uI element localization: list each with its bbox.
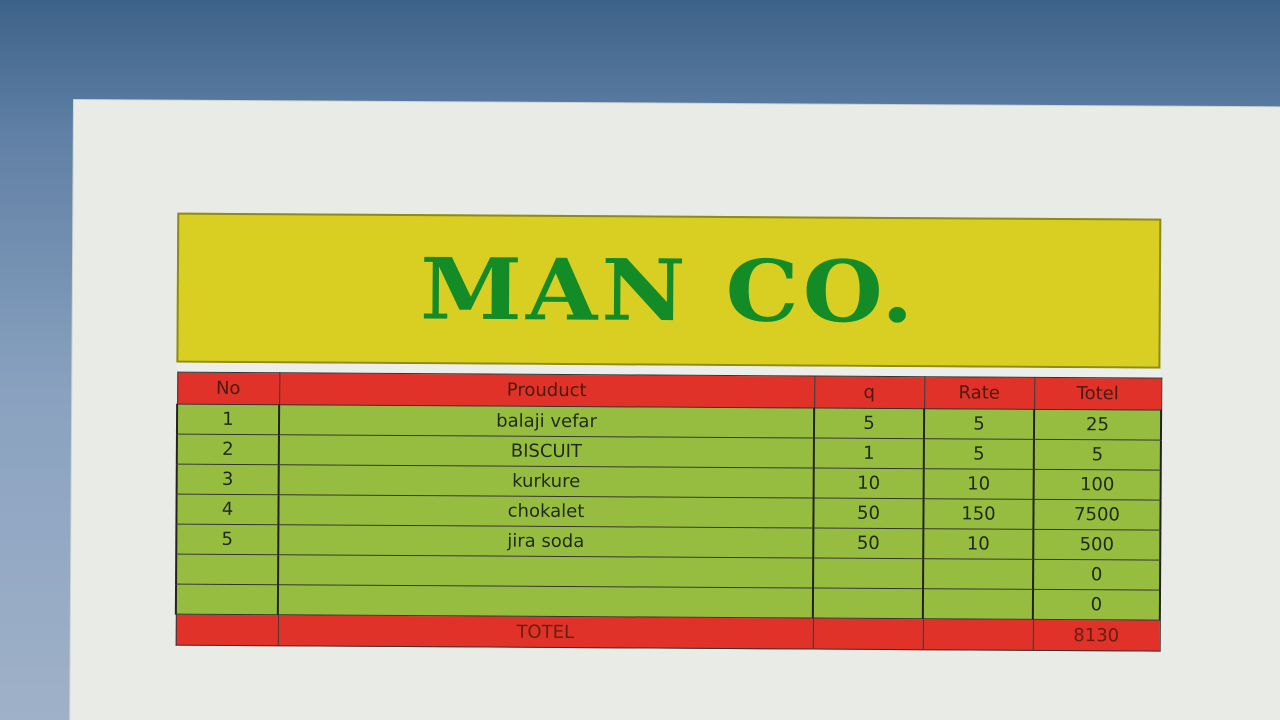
total-row: TOTEL 8130 [175,614,1160,652]
cell-total[interactable]: 0 [1032,589,1161,621]
cell-rate[interactable]: 5 [923,438,1034,470]
cell-no[interactable]: 5 [176,524,279,555]
cell-no[interactable] [176,554,279,585]
cell-q[interactable]: 1 [813,438,924,469]
grand-total[interactable]: 8130 [1032,619,1160,652]
cell-product[interactable]: kurkure [278,464,814,499]
cell-total[interactable]: 500 [1033,529,1161,561]
cell-total[interactable]: 5 [1033,439,1161,471]
cell-q[interactable]: 5 [813,408,925,439]
document-page: MAN CO. No Prouduct q Rate Totel 1 balaj… [70,100,1280,720]
cell-no[interactable]: 4 [176,494,279,525]
table-body: 1 balaji vefar 5 5 25 2 BISCUIT 1 5 5 3 … [175,404,1162,621]
cell-no[interactable]: 2 [176,434,279,465]
cell-q[interactable] [812,588,924,619]
company-title: MAN CO. [419,239,918,342]
cell-q[interactable]: 50 [813,498,924,529]
cell-product[interactable]: BISCUIT [278,434,814,469]
cell-q[interactable] [813,558,924,589]
cell-total[interactable]: 0 [1033,559,1161,591]
bill-table: No Prouduct q Rate Totel 1 balaji vefar … [175,372,1163,652]
cell-rate[interactable]: 10 [923,528,1034,560]
cell-product[interactable] [278,554,814,589]
header-product[interactable]: Prouduct [279,372,815,409]
cell-rate[interactable]: 150 [923,498,1034,530]
cell-rate[interactable]: 5 [923,408,1035,440]
cell-q[interactable]: 50 [813,528,924,559]
header-no[interactable]: No [177,372,280,405]
header-rate[interactable]: Rate [924,376,1035,410]
total-empty-cell[interactable] [812,618,923,650]
cell-total[interactable]: 100 [1033,469,1161,501]
cell-no[interactable]: 3 [176,464,279,495]
cell-product[interactable] [277,584,814,619]
cell-total[interactable]: 25 [1033,409,1162,441]
cell-rate[interactable]: 10 [923,468,1034,500]
spreadsheet-area: MAN CO. No Prouduct q Rate Totel 1 balaj… [175,212,1163,652]
title-banner: MAN CO. [176,212,1162,369]
cell-no[interactable]: 1 [176,404,280,435]
table-footer: TOTEL 8130 [175,614,1160,652]
cell-product[interactable]: balaji vefar [278,404,815,439]
total-empty-cell[interactable] [922,618,1033,651]
cell-no[interactable] [175,584,279,615]
header-q[interactable]: q [814,376,925,409]
cell-product[interactable]: chokalet [278,494,814,529]
total-empty-cell[interactable] [175,614,278,646]
cell-product[interactable]: jira soda [278,524,814,559]
cell-q[interactable]: 10 [813,468,924,499]
cell-total[interactable]: 7500 [1033,499,1161,531]
cell-rate[interactable] [922,588,1034,620]
total-label[interactable]: TOTEL [277,614,813,650]
cell-rate[interactable] [923,558,1034,590]
header-total[interactable]: Totel [1034,377,1162,411]
